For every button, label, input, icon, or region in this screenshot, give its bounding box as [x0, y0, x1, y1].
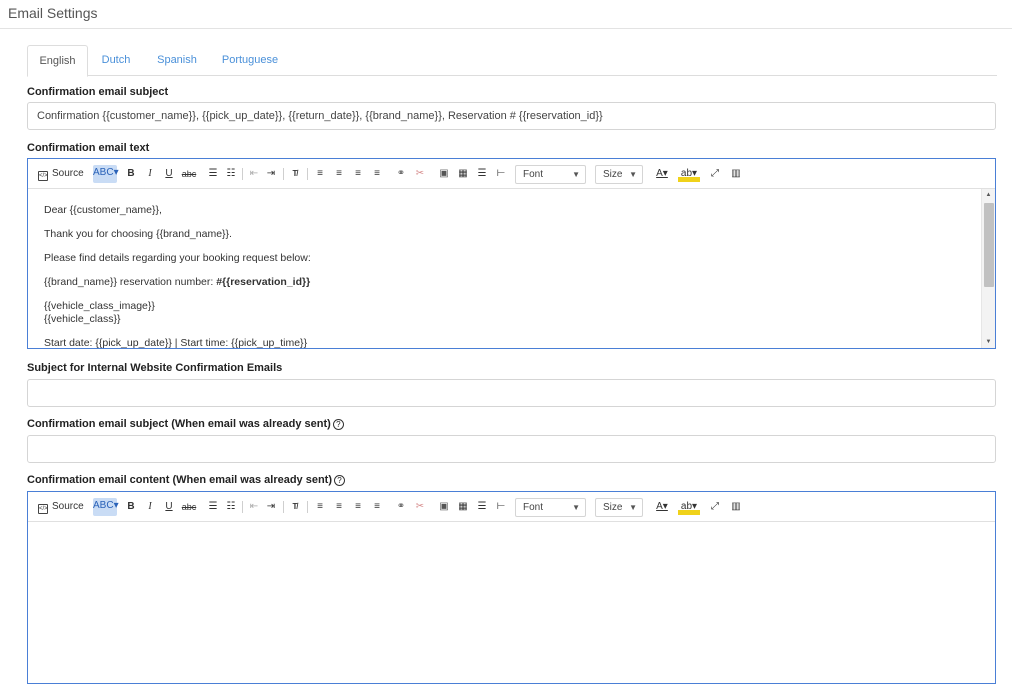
show-blocks-icon[interactable]: ▥ — [729, 166, 743, 182]
email-line-details: Please find details regarding your booki… — [44, 252, 311, 264]
email-text-editor: </> Source ABC▾ B I U abc ☰ ☷ ⇤ ⇥ T̸ ≡ ≡ … — [27, 158, 996, 349]
background-color-icon[interactable]: ab▾ — [678, 166, 700, 182]
unlink-icon[interactable]: ✂ — [413, 499, 427, 515]
strikethrough-icon[interactable]: abc — [180, 499, 198, 515]
size-select[interactable]: Size ▼ — [595, 498, 643, 517]
bold-icon[interactable]: B — [124, 499, 138, 515]
email-text-label: Confirmation email text — [27, 142, 150, 154]
align-right-icon[interactable]: ≡ — [351, 499, 365, 515]
language-tabs: English Dutch Spanish Portuguese — [27, 45, 997, 77]
email-line-start: Start date: {{pick_up_date}} | Start tim… — [44, 337, 308, 348]
size-select[interactable]: Size ▼ — [595, 165, 643, 184]
source-icon: </> — [38, 504, 48, 514]
indent-icon[interactable]: ⇥ — [264, 499, 278, 515]
align-justify-icon[interactable]: ≡ — [370, 499, 384, 515]
already-sent-content-editor: </> Source ABC▾ B I U abc ☰ ☷ ⇤ ⇥ T̸ ≡ ≡ … — [27, 491, 996, 684]
help-icon[interactable]: ? — [332, 419, 344, 430]
strikethrough-icon[interactable]: abc — [180, 166, 198, 182]
tab-english[interactable]: English — [27, 45, 88, 77]
text-color-icon[interactable]: A▾ — [651, 166, 673, 182]
outdent-icon[interactable]: ⇤ — [247, 166, 261, 182]
underline-icon[interactable]: U — [162, 499, 176, 515]
indent-icon[interactable]: ⇥ — [264, 166, 278, 182]
page-header: Email Settings — [0, 0, 1012, 29]
internal-subject-label: Subject for Internal Website Confirmatio… — [27, 362, 283, 374]
bold-icon[interactable]: B — [124, 166, 138, 182]
numbered-list-icon[interactable]: ☰ — [206, 499, 220, 515]
link-icon[interactable]: ⚭ — [394, 499, 408, 515]
spellcheck-icon[interactable]: ABC▾ — [93, 498, 119, 516]
numbered-list-icon[interactable]: ☰ — [206, 166, 220, 182]
email-line-reservation: {{brand_name}} reservation number: #{{re… — [44, 276, 311, 288]
editor-toolbar: </> Source ABC▾ B I U abc ☰ ☷ ⇤ ⇥ T̸ ≡ ≡ … — [28, 492, 995, 522]
scroll-down-icon[interactable]: ▼ — [982, 336, 995, 348]
unlink-icon[interactable]: ✂ — [413, 166, 427, 182]
remove-format-icon[interactable]: T̸ — [288, 499, 302, 515]
subject-input[interactable]: Confirmation {{customer_name}}, {{pick_u… — [27, 102, 996, 130]
scrollbar-thumb[interactable] — [984, 203, 994, 287]
link-icon[interactable]: ⚭ — [394, 166, 408, 182]
chevron-down-icon: ▼ — [629, 503, 637, 512]
maximize-icon[interactable]: ⤢ — [708, 166, 722, 182]
remove-format-icon[interactable]: T̸ — [288, 166, 302, 182]
email-line-vehicle-image: {{vehicle_class_image}} — [44, 300, 155, 312]
page-break-icon[interactable]: ⊢ — [494, 499, 508, 515]
align-justify-icon[interactable]: ≡ — [370, 166, 384, 182]
email-line-greeting: Dear {{customer_name}}, — [44, 204, 162, 216]
underline-icon[interactable]: U — [162, 166, 176, 182]
help-icon[interactable]: ? — [334, 475, 346, 486]
chevron-down-icon: ▼ — [572, 170, 580, 179]
italic-icon[interactable]: I — [143, 166, 157, 182]
table-icon[interactable]: ▦ — [456, 499, 470, 515]
font-select[interactable]: Font ▼ — [515, 498, 586, 517]
source-icon: </> — [38, 171, 48, 181]
image-icon[interactable]: ▣ — [437, 499, 451, 515]
bulleted-list-icon[interactable]: ☷ — [224, 499, 238, 515]
source-button[interactable]: </> Source — [38, 499, 90, 515]
internal-subject-input[interactable] — [27, 379, 996, 407]
align-left-icon[interactable]: ≡ — [313, 166, 327, 182]
editor-scrollbar[interactable]: ▲ ▼ — [981, 189, 995, 348]
chevron-down-icon: ▼ — [572, 503, 580, 512]
horizontal-rule-icon[interactable]: ☰ — [475, 166, 489, 182]
horizontal-rule-icon[interactable]: ☰ — [475, 499, 489, 515]
align-center-icon[interactable]: ≡ — [332, 499, 346, 515]
chevron-down-icon: ▼ — [629, 170, 637, 179]
show-blocks-icon[interactable]: ▥ — [729, 499, 743, 515]
spellcheck-icon[interactable]: ABC▾ — [93, 165, 119, 183]
scroll-up-icon[interactable]: ▲ — [982, 189, 995, 201]
text-color-icon[interactable]: A▾ — [651, 499, 673, 515]
align-left-icon[interactable]: ≡ — [313, 499, 327, 515]
already-sent-editor-body[interactable] — [28, 522, 995, 683]
align-right-icon[interactable]: ≡ — [351, 166, 365, 182]
email-line-thanks: Thank you for choosing {{brand_name}}. — [44, 228, 232, 240]
background-color-icon[interactable]: ab▾ — [678, 499, 700, 515]
page-title: Email Settings — [8, 5, 98, 21]
already-sent-subject-input[interactable] — [27, 435, 996, 463]
tab-dutch[interactable]: Dutch — [94, 45, 138, 76]
editor-toolbar: </> Source ABC▾ B I U abc ☰ ☷ ⇤ ⇥ T̸ ≡ ≡ … — [28, 159, 995, 189]
source-button[interactable]: </> Source — [38, 166, 90, 182]
tab-spanish[interactable]: Spanish — [150, 45, 204, 76]
email-line-vehicle-class: {{vehicle_class}} — [44, 313, 121, 325]
font-select[interactable]: Font ▼ — [515, 165, 586, 184]
maximize-icon[interactable]: ⤢ — [708, 499, 722, 515]
already-sent-subject-label: Confirmation email subject (When email w… — [27, 418, 344, 430]
outdent-icon[interactable]: ⇤ — [247, 499, 261, 515]
table-icon[interactable]: ▦ — [456, 166, 470, 182]
page-break-icon[interactable]: ⊢ — [494, 166, 508, 182]
align-center-icon[interactable]: ≡ — [332, 166, 346, 182]
italic-icon[interactable]: I — [143, 499, 157, 515]
bulleted-list-icon[interactable]: ☷ — [224, 166, 238, 182]
already-sent-content-label: Confirmation email content (When email w… — [27, 474, 346, 486]
email-text-editor-body[interactable]: Dear {{customer_name}}, Thank you for ch… — [28, 189, 995, 348]
image-icon[interactable]: ▣ — [437, 166, 451, 182]
email-body-content: Dear {{customer_name}}, Thank you for ch… — [44, 204, 965, 348]
tab-portuguese[interactable]: Portuguese — [215, 45, 285, 76]
subject-label: Confirmation email subject — [27, 86, 169, 98]
